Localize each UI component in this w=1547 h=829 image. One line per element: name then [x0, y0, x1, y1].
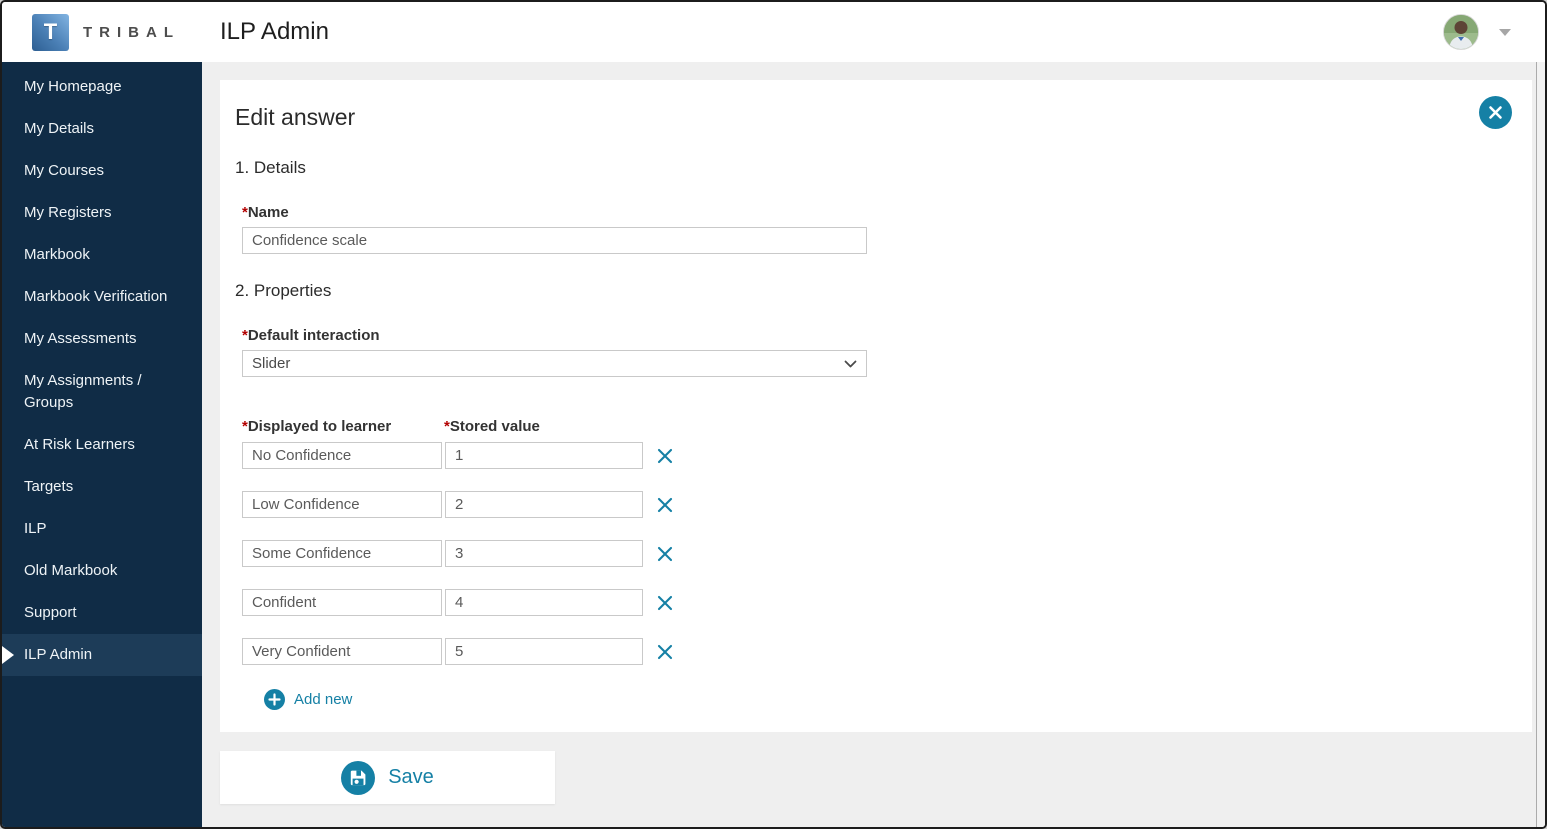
answers-list: *Displayed to learner *Stored value No C…: [242, 418, 1532, 715]
panel-title: Edit answer: [235, 104, 356, 130]
close-button[interactable]: [1479, 96, 1512, 129]
answer-row: [242, 491, 1532, 518]
sidebar-item-label: My Assignments / Groups: [24, 372, 142, 411]
add-new-label: Add new: [294, 691, 353, 708]
close-icon: [1489, 106, 1502, 119]
sidebar-nav: My Homepage My Details My Courses My Reg…: [2, 62, 202, 827]
sidebar-item[interactable]: At Risk Learners: [2, 424, 202, 466]
selected-indicator-icon: [2, 646, 14, 664]
sidebar-item-label: Support: [24, 604, 77, 621]
sidebar-item-label: My Assessments: [24, 330, 137, 347]
tribal-logo-icon[interactable]: T: [32, 13, 69, 51]
floppy-disk-icon: [341, 760, 376, 795]
delete-row-button[interactable]: [656, 447, 674, 465]
stored-value-input[interactable]: [445, 442, 643, 469]
default-interaction-label: *Default interaction: [242, 327, 380, 344]
top-bar: T TRIBAL ILP Admin: [2, 2, 1545, 62]
avatar[interactable]: [1443, 14, 1479, 50]
avatar-image: [1444, 15, 1478, 49]
name-input[interactable]: [242, 227, 867, 254]
x-delete-icon: [657, 644, 673, 659]
sidebar-item[interactable]: My Details: [2, 108, 202, 150]
answer-row: [242, 442, 1532, 469]
sidebar-item-label: ILP Admin: [24, 646, 93, 663]
x-delete-icon: [657, 497, 673, 512]
sidebar-item-label: At Risk Learners: [24, 436, 135, 453]
sidebar-item[interactable]: ILP: [2, 508, 202, 550]
content-area: Edit answer 1. Details *Name 2. Properti…: [202, 62, 1545, 827]
add-new-button[interactable]: Add new: [264, 689, 352, 710]
sidebar-item[interactable]: Markbook Verification: [2, 276, 202, 318]
stored-value-input[interactable]: [445, 491, 643, 518]
answer-rows: [242, 442, 1532, 665]
sidebar-item-label: My Details: [24, 120, 95, 137]
app-window: T TRIBAL ILP Admin My Homepage My Detail…: [0, 0, 1547, 829]
sidebar-item[interactable]: My Assignments / Groups: [2, 360, 202, 424]
sidebar-item[interactable]: Targets: [2, 466, 202, 508]
stored-value-input[interactable]: [445, 540, 643, 567]
displayed-to-learner-input[interactable]: [242, 540, 442, 567]
delete-row-button[interactable]: [656, 545, 674, 563]
sidebar-item[interactable]: My Registers: [2, 192, 202, 234]
name-label: *Name: [242, 204, 289, 221]
sidebar-item-label: My Homepage: [24, 78, 122, 95]
sidebar-item-label: Markbook: [24, 246, 90, 263]
delete-row-button[interactable]: [656, 594, 674, 612]
displayed-to-learner-input[interactable]: [242, 638, 442, 665]
displayed-to-learner-input[interactable]: [242, 442, 442, 469]
sidebar-item-label: Targets: [24, 478, 74, 495]
save-label: Save: [388, 766, 434, 788]
sidebar-item-label: My Courses: [24, 162, 105, 179]
stored-value-input[interactable]: [445, 589, 643, 616]
delete-row-button[interactable]: [656, 496, 674, 514]
displayed-to-learner-input[interactable]: [242, 589, 442, 616]
sidebar-item[interactable]: Markbook: [2, 234, 202, 276]
sidebar-item[interactable]: My Assessments: [2, 318, 202, 360]
page-title: ILP Admin: [220, 18, 329, 45]
sidebar-item[interactable]: My Courses: [2, 150, 202, 192]
delete-row-button[interactable]: [656, 643, 674, 661]
properties-section-heading: 2. Properties: [235, 281, 332, 300]
displayed-to-learner-label: *Displayed to learner: [242, 418, 392, 435]
user-menu[interactable]: [1443, 14, 1511, 50]
x-delete-icon: [657, 546, 673, 561]
answer-row: [242, 638, 1532, 665]
x-delete-icon: [657, 448, 673, 463]
sidebar-item[interactable]: My Homepage: [2, 66, 202, 108]
displayed-to-learner-input[interactable]: [242, 491, 442, 518]
answer-row: [242, 540, 1532, 567]
answer-row: [242, 589, 1532, 616]
sidebar-item-label: ILP: [24, 520, 47, 537]
chevron-down-icon[interactable]: [1499, 28, 1511, 36]
default-interaction-select[interactable]: Slider: [242, 350, 867, 377]
save-button[interactable]: Save: [220, 751, 555, 804]
details-section-heading: 1. Details: [235, 158, 306, 177]
plus-circle-icon: [264, 689, 285, 710]
sidebar-item[interactable]: Support: [2, 592, 202, 634]
sidebar-item-label: My Registers: [24, 204, 112, 221]
vertical-scrollbar[interactable]: [1536, 62, 1545, 827]
sidebar-item-label: Markbook Verification: [24, 288, 168, 305]
sidebar-item[interactable]: Old Markbook: [2, 550, 202, 592]
edit-answer-panel: Edit answer 1. Details *Name 2. Properti…: [220, 80, 1532, 732]
stored-value-input[interactable]: [445, 638, 643, 665]
x-delete-icon: [657, 595, 673, 610]
sidebar-item[interactable]: ILP Admin: [2, 634, 202, 676]
brand-wordmark: TRIBAL: [83, 23, 180, 41]
sidebar-item-label: Old Markbook: [24, 562, 118, 579]
stored-value-label: *Stored value: [444, 418, 540, 435]
